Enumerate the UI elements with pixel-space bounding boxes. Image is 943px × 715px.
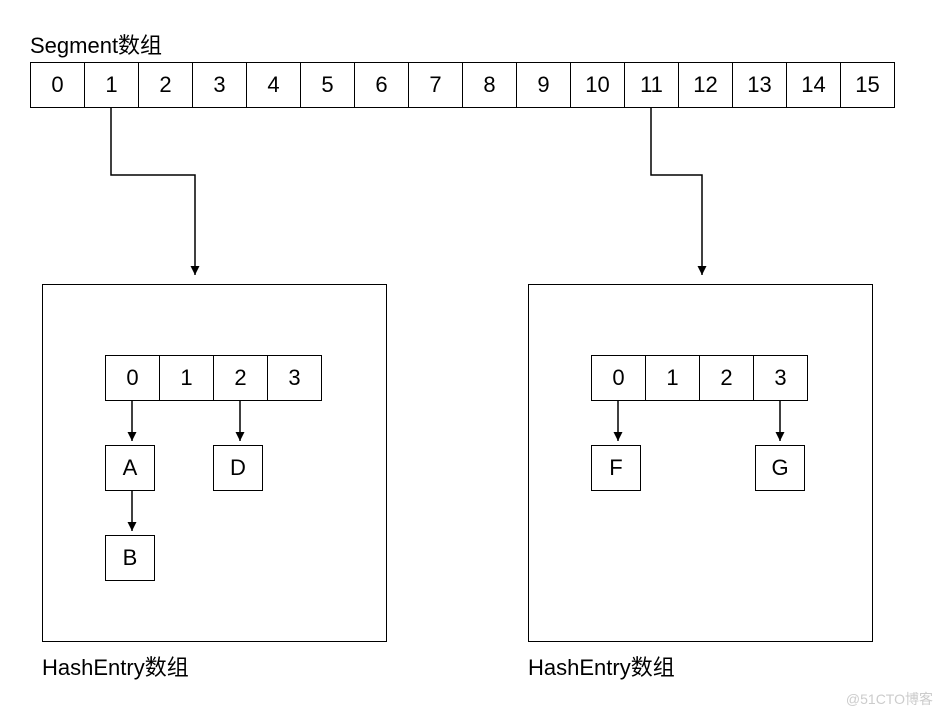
segment-cell: 11 (624, 62, 679, 108)
segment-cell: 1 (84, 62, 139, 108)
hashentry-label-left: HashEntry数组 (42, 650, 189, 682)
hashentry-cell: 1 (159, 355, 214, 401)
hashentry-box-left: 0 1 2 3 A B D (42, 284, 387, 642)
watermark: @51CTO博客 (846, 689, 933, 709)
segment-cell: 5 (300, 62, 355, 108)
segment-cell: 14 (786, 62, 841, 108)
segment-cell: 15 (840, 62, 895, 108)
node-d: D (213, 445, 263, 491)
segment-cell: 10 (570, 62, 625, 108)
segment-cell: 2 (138, 62, 193, 108)
hashentry-array-left: 0 1 2 3 (105, 355, 322, 401)
node-g: G (755, 445, 805, 491)
hashentry-box-right: 0 1 2 3 F G (528, 284, 873, 642)
hashentry-cell: 1 (645, 355, 700, 401)
node-f: F (591, 445, 641, 491)
segment-array-title: Segment数组 (30, 28, 162, 60)
segment-cell: 7 (408, 62, 463, 108)
segment-cell: 9 (516, 62, 571, 108)
hashentry-cell: 0 (105, 355, 160, 401)
segment-cell: 0 (30, 62, 85, 108)
chain-arrows-right (529, 285, 874, 643)
hashentry-cell: 3 (267, 355, 322, 401)
hashentry-array-right: 0 1 2 3 (591, 355, 808, 401)
segment-cell: 13 (732, 62, 787, 108)
hashentry-cell: 2 (699, 355, 754, 401)
node-a: A (105, 445, 155, 491)
segment-cell: 3 (192, 62, 247, 108)
hashentry-cell: 0 (591, 355, 646, 401)
segment-cell: 12 (678, 62, 733, 108)
segment-cell: 6 (354, 62, 409, 108)
hashentry-cell: 2 (213, 355, 268, 401)
segment-cell: 4 (246, 62, 301, 108)
segment-array: 0 1 2 3 4 5 6 7 8 9 10 11 12 13 14 15 (30, 62, 895, 108)
hashentry-label-right: HashEntry数组 (528, 650, 675, 682)
hashentry-cell: 3 (753, 355, 808, 401)
node-b: B (105, 535, 155, 581)
segment-cell: 8 (462, 62, 517, 108)
